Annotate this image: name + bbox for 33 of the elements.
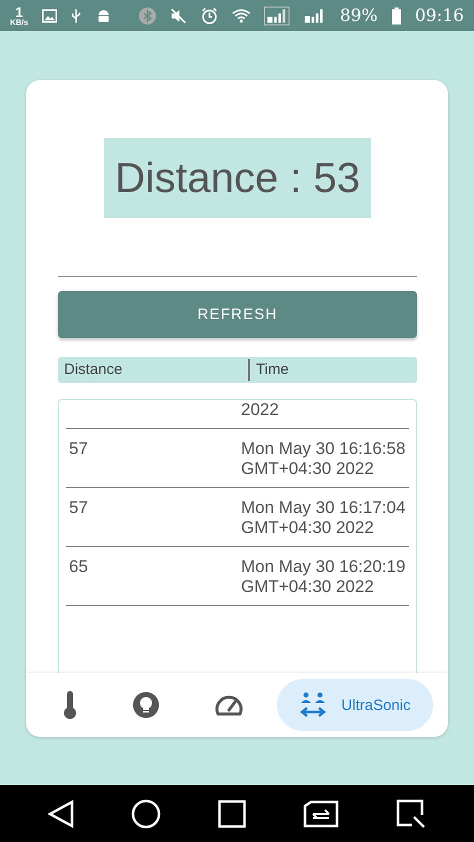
back-icon[interactable]: [48, 800, 74, 828]
recents-icon[interactable]: [218, 800, 246, 828]
switch-icon[interactable]: [302, 800, 339, 828]
alarm-icon: [200, 6, 218, 26]
mute-icon: [170, 6, 187, 24]
lightbulb-icon: [132, 691, 160, 719]
screenshot-icon[interactable]: [396, 798, 426, 828]
table-cell-text: 2022: [241, 400, 280, 420]
thermometer-icon: [63, 690, 78, 720]
table-cell-text: Mon May 30 16:20:19 GMT+04:30 2022: [241, 556, 406, 598]
usb-icon: [71, 6, 82, 24]
speed-unit: KB/s: [10, 18, 28, 26]
wifi-icon: [232, 8, 250, 24]
table-cell-text: 57: [68, 438, 89, 460]
table-cell-text: 57: [68, 498, 89, 518]
table-cell-text: Mon May 30 16:16:58 GMT+04:30 2022: [241, 438, 406, 480]
nav-tab[interactable]: UltraSonic: [277, 679, 433, 731]
clock: 09:16: [414, 6, 464, 26]
network-speed: 1: [15, 4, 24, 18]
signal-icon: [264, 4, 290, 26]
image-icon: [42, 8, 58, 24]
speedometer-icon: [214, 694, 243, 716]
battery-percentage: 89%: [340, 6, 378, 26]
ultrasonic-icon: [299, 692, 328, 718]
table-cell-text: Mon May 30 16:17:04 GMT+04:30 2022: [241, 498, 406, 538]
table-cell-text: 65: [68, 556, 89, 578]
distance-reading: Distance : 53: [104, 138, 372, 218]
bluetooth-icon: [138, 6, 156, 26]
home-icon[interactable]: [131, 798, 162, 828]
refresh-button[interactable]: REFRESH: [58, 291, 417, 338]
column-header: Distance: [63, 360, 124, 380]
battery-icon: [392, 6, 401, 26]
column-header: Time: [248, 359, 417, 381]
